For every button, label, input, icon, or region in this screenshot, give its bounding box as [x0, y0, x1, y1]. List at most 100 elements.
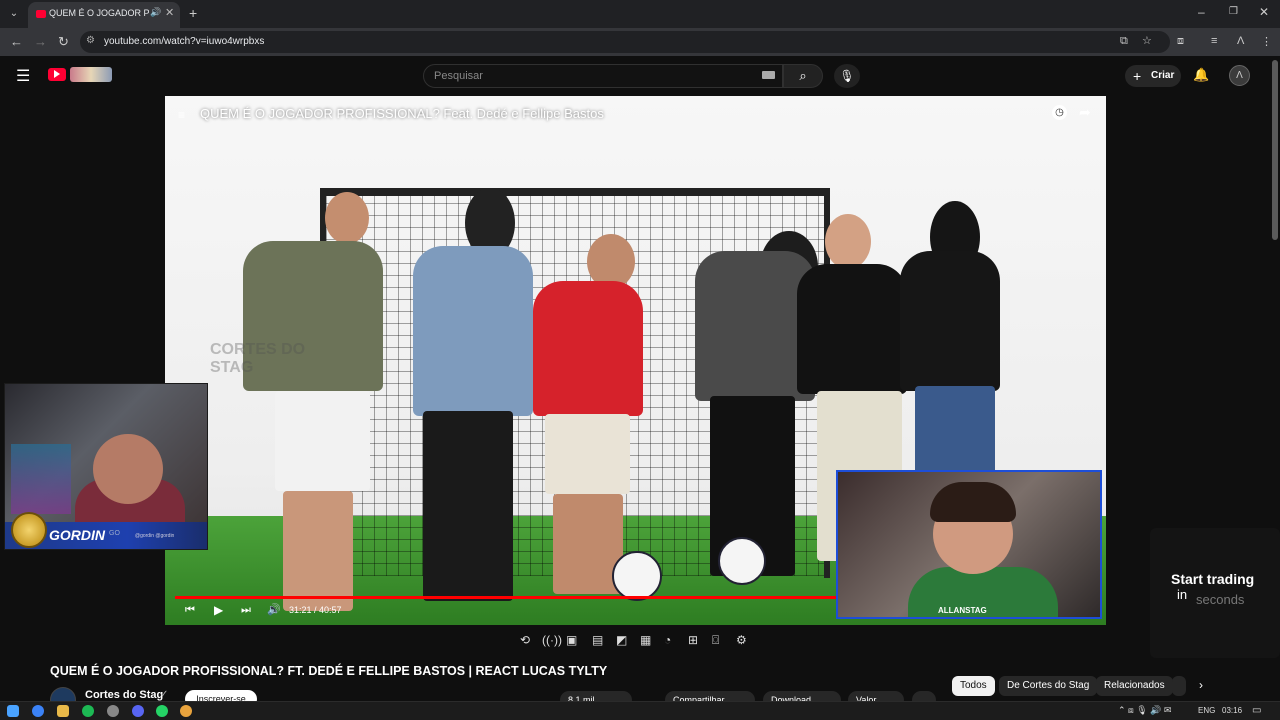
- youtube-favicon-icon: [36, 10, 46, 18]
- progress-bar-fill: [175, 596, 880, 599]
- person-head: [325, 192, 369, 244]
- close-window-icon[interactable]: ✕: [1259, 5, 1269, 19]
- media-icon[interactable]: ≡: [1211, 35, 1217, 47]
- profile-icon[interactable]: Λ: [1237, 35, 1244, 47]
- clock[interactable]: 03:16: [1222, 706, 1242, 715]
- discord-icon[interactable]: [132, 705, 144, 717]
- soccer-ball-icon: [612, 551, 662, 601]
- audio-playing-icon[interactable]: 🔊: [150, 7, 161, 18]
- streamer-name: GORDIN: [49, 527, 105, 543]
- ad-headline: Start trading: [1171, 571, 1255, 587]
- screenshot-camera-icon[interactable]: ⌼: [712, 633, 719, 648]
- person-black-shirt: [900, 251, 1000, 391]
- youtube-doodle[interactable]: [70, 67, 112, 82]
- new-tab-icon[interactable]: +: [189, 5, 197, 21]
- settings-gear-icon[interactable]: ⚙: [736, 633, 747, 647]
- add-frame-icon[interactable]: ⊞: [688, 633, 698, 647]
- browser-toolbar: ← → ↻ ⚙ youtube.com/watch?v=iuwo4wrpbxs …: [0, 28, 1280, 56]
- tab-close-icon[interactable]: ✕: [165, 6, 174, 19]
- person-denim-jacket: [413, 246, 533, 416]
- chip-all[interactable]: Todos: [952, 676, 995, 696]
- browser-tab[interactable]: QUEM É O JOGADOR PROFISSIONAL? Feat. Ded…: [28, 2, 180, 28]
- file-explorer-icon[interactable]: [57, 705, 69, 717]
- extensions-icon[interactable]: ⧈: [1177, 35, 1184, 48]
- search-input[interactable]: Pesquisar: [423, 64, 783, 88]
- webcam-overlay-right: ALLANSTAG: [836, 470, 1102, 619]
- speed-gauge-icon[interactable]: ◔: [664, 633, 671, 647]
- play-icon[interactable]: ▶: [214, 603, 223, 617]
- reload-icon[interactable]: ↻: [58, 34, 69, 50]
- cinema-icon[interactable]: ▣: [566, 633, 577, 647]
- loop-icon[interactable]: ⟲: [520, 633, 530, 647]
- soccer-ball-icon: [718, 537, 766, 585]
- search-placeholder: Pesquisar: [434, 70, 483, 82]
- windows-start-icon[interactable]: [7, 705, 19, 717]
- next-icon[interactable]: ⏭: [241, 604, 251, 617]
- person-black-tshirt: [797, 264, 907, 394]
- page-scrollbar[interactable]: [1272, 60, 1278, 240]
- steam-icon[interactable]: [107, 705, 119, 717]
- channel-name[interactable]: Cortes do Stag: [85, 689, 163, 701]
- volume-icon[interactable]: 🔊: [267, 603, 281, 616]
- person-red-shirt: [533, 281, 643, 416]
- os-taskbar: ⌃ ⧈ 🎙 🔊 ✉ ENG 03:16 ▭: [0, 701, 1280, 720]
- notification-center-icon[interactable]: ▭: [1252, 705, 1261, 716]
- spotify-icon[interactable]: [82, 705, 94, 717]
- url-text[interactable]: youtube.com/watch?v=iuwo4wrpbxs: [104, 36, 264, 47]
- chip-related[interactable]: Relacionados: [1096, 676, 1173, 696]
- clapper-icon[interactable]: ▤: [592, 633, 603, 647]
- create-label: Criar: [1151, 70, 1175, 81]
- chrome-icon[interactable]: [180, 705, 192, 717]
- webcam-pc-tower: [11, 444, 71, 514]
- menu-icon[interactable]: ⋮: [1261, 35, 1272, 48]
- ad-subline-b: seconds: [1196, 592, 1245, 607]
- plus-icon: +: [1133, 68, 1142, 84]
- microphone-icon[interactable]: 🎙: [834, 64, 860, 88]
- chevron-right-icon[interactable]: ›: [1199, 678, 1203, 692]
- chip-from-channel[interactable]: De Cortes do Stag: [999, 676, 1098, 696]
- previous-icon[interactable]: ⏮: [185, 604, 195, 617]
- player-video-title[interactable]: QUEM É O JOGADOR PROFISSIONAL? Feat. Ded…: [200, 106, 604, 121]
- person-jeans: [915, 386, 995, 476]
- back-icon[interactable]: ←: [10, 34, 23, 49]
- whatsapp-icon[interactable]: [156, 705, 168, 717]
- playlist-icon[interactable]: ≡: [178, 108, 185, 122]
- webcam-streamer-hair: [930, 482, 1016, 522]
- streamer-handles: @gordin @gordin: [135, 533, 175, 539]
- share-arrow-icon[interactable]: ➦: [1079, 104, 1091, 121]
- webcam-streamer-face: [93, 434, 163, 504]
- install-icon[interactable]: ⧉: [1120, 35, 1128, 48]
- extension-toolbar: ⟲ ((·)) ▣ ▤ ◩ ▦ ◔ ⊞ ⌼ ⚙: [514, 630, 754, 652]
- keyboard-icon[interactable]: [762, 71, 775, 79]
- verified-check-icon: ✓: [160, 689, 169, 700]
- language-indicator[interactable]: ENG: [1198, 706, 1215, 715]
- hamburger-menu-icon[interactable]: ☰: [16, 66, 30, 86]
- browser-app-icon[interactable]: [32, 705, 44, 717]
- restore-icon[interactable]: ❐: [1229, 6, 1238, 17]
- browser-tab-strip: ⌄ QUEM É O JOGADOR PROFISSIONAL? Feat. D…: [0, 0, 1280, 28]
- tab-search-icon[interactable]: ⌄: [6, 6, 22, 22]
- account-avatar[interactable]: Λ: [1229, 65, 1250, 86]
- site-info-icon[interactable]: ⚙: [86, 35, 95, 46]
- bookmark-star-icon[interactable]: ☆: [1142, 34, 1152, 47]
- create-button[interactable]: + Criar: [1125, 65, 1181, 87]
- person-legs: [283, 491, 353, 611]
- system-tray-icons[interactable]: ⌃ ⧈ 🎙 🔊 ✉: [1118, 705, 1171, 716]
- person-head: [825, 214, 871, 269]
- youtube-header: ☰ Pesquisar ⌕ 🎙 + Criar 🔔 Λ: [0, 56, 1280, 96]
- filmstrip-icon[interactable]: ▦: [640, 633, 651, 647]
- channel-watermark: CORTES DO STAG: [210, 341, 306, 376]
- search-button[interactable]: ⌕: [783, 64, 823, 88]
- minimize-icon[interactable]: –: [1198, 5, 1205, 19]
- notifications-bell-icon[interactable]: 🔔: [1193, 67, 1209, 83]
- picture-in-picture-icon[interactable]: ◩: [616, 633, 627, 647]
- forward-icon[interactable]: →: [34, 34, 47, 49]
- address-bar[interactable]: ⚙ youtube.com/watch?v=iuwo4wrpbxs ⧉ ☆: [80, 31, 1170, 53]
- audio-waves-icon[interactable]: ((·)): [542, 633, 562, 647]
- streamer-tag: GO: [109, 530, 120, 537]
- watch-later-clock-icon[interactable]: ◷: [1052, 105, 1067, 120]
- chip-more[interactable]: [1172, 676, 1186, 696]
- ad-subline-a: in: [1177, 587, 1188, 602]
- ad-card[interactable]: Start trading in seconds: [1150, 528, 1280, 658]
- youtube-play-icon: [54, 70, 60, 78]
